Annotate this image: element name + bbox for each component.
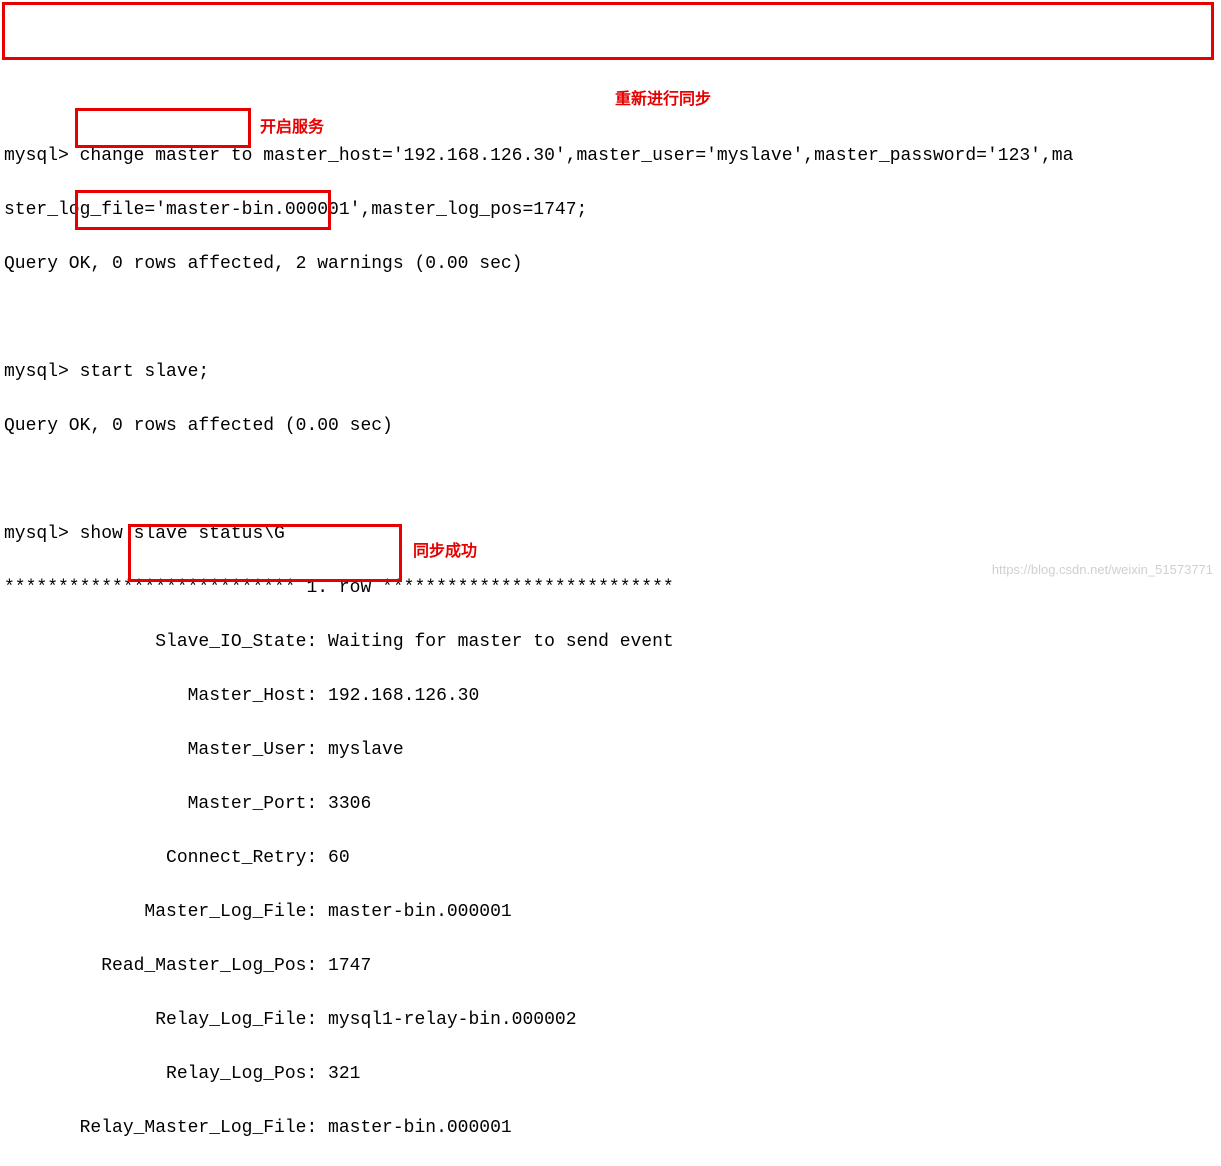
cmd-show-status: mysql> show slave status\G	[4, 521, 1217, 548]
status-read-master-log-pos: Read_Master_Log_Pos: 1747	[4, 953, 1217, 980]
result-change-master: Query OK, 0 rows affected, 2 warnings (0…	[4, 251, 1217, 278]
status-master-port: Master_Port: 3306	[4, 791, 1217, 818]
status-master-user: Master_User: myslave	[4, 737, 1217, 764]
cmd-change-master-line2: ster_log_file='master-bin.000001',master…	[4, 197, 1217, 224]
terminal-output: mysql> change master to master_host='192…	[0, 108, 1221, 1166]
status-relay-master-log-file: Relay_Master_Log_File: master-bin.000001	[4, 1115, 1217, 1142]
status-master-host: Master_Host: 192.168.126.30	[4, 683, 1217, 710]
status-connect-retry: Connect_Retry: 60	[4, 845, 1217, 872]
watermark: https://blog.csdn.net/weixin_51573771	[992, 560, 1213, 580]
status-master-log-file: Master_Log_File: master-bin.000001	[4, 899, 1217, 926]
result-start-slave: Query OK, 0 rows affected (0.00 sec)	[4, 413, 1217, 440]
annotation-sync-success: 同步成功	[413, 540, 477, 564]
annotation-resync: 重新进行同步	[615, 88, 711, 112]
status-slave-io-state: Slave_IO_State: Waiting for master to se…	[4, 629, 1217, 656]
blank-line-2	[4, 467, 1217, 494]
status-relay-log-pos: Relay_Log_Pos: 321	[4, 1061, 1217, 1088]
cmd-start-slave: mysql> start slave;	[4, 359, 1217, 386]
annotation-start-service: 开启服务	[260, 116, 324, 140]
blank-line-1	[4, 305, 1217, 332]
cmd-change-master-line1: mysql> change master to master_host='192…	[4, 143, 1217, 170]
highlight-box-change-master	[2, 2, 1214, 60]
row-header: *************************** 1. row *****…	[4, 575, 1217, 602]
status-relay-log-file: Relay_Log_File: mysql1-relay-bin.000002	[4, 1007, 1217, 1034]
